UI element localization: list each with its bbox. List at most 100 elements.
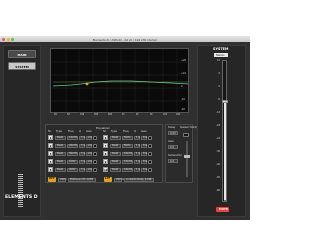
- band-freq-field[interactable]: 100Hz: [67, 135, 78, 140]
- meter-scale-label: -40: [216, 163, 220, 166]
- subwoofer-field[interactable]: 0.0: [168, 159, 178, 163]
- band-freq-field[interactable]: 500Hz: [67, 151, 78, 156]
- band-gain-value: 0.0: [88, 160, 93, 164]
- band-gain-field[interactable]: 0.0: [141, 135, 147, 140]
- band-gain-field[interactable]: 0.0: [86, 159, 93, 164]
- band-freq-field[interactable]: 10kHz: [122, 151, 133, 156]
- band-freq-field[interactable]: 5kHz: [122, 135, 133, 140]
- band-number[interactable]: 4: [48, 159, 53, 164]
- band-bypass-button[interactable]: [148, 167, 152, 172]
- polarity-toggle[interactable]: [183, 133, 189, 137]
- band-type-select[interactable]: Peak: [110, 135, 121, 140]
- band-gain-field[interactable]: 0.0: [86, 151, 92, 156]
- band-q-field[interactable]: 1.0: [79, 143, 85, 148]
- main-button[interactable]: MAIN: [8, 50, 36, 58]
- lpf-button[interactable]: LPF: [104, 177, 112, 182]
- band-bypass-button[interactable]: [148, 151, 152, 156]
- band-type-select[interactable]: Peak: [110, 167, 121, 172]
- band-number[interactable]: 8: [103, 151, 108, 156]
- band-bypass-button[interactable]: [148, 135, 152, 140]
- header-q: Q: [79, 130, 82, 133]
- lpf-freq-field[interactable]: 20kHz: [114, 177, 124, 182]
- hpf-type-select[interactable]: Butterworth 12dB: [68, 177, 96, 182]
- band-q-field[interactable]: 1.0: [134, 143, 140, 148]
- band-freq-field[interactable]: 200Hz: [67, 143, 78, 148]
- gain-slider-track[interactable]: [184, 141, 190, 177]
- lpf-type-select[interactable]: Linkwitz-Riley 24dB: [124, 177, 154, 182]
- band-freq-field[interactable]: 1kHz: [67, 159, 78, 164]
- close-window-button[interactable]: [2, 37, 5, 41]
- band-gain-field[interactable]: 0.0: [86, 135, 92, 140]
- band-number[interactable]: 5: [48, 167, 53, 172]
- band-gain-field[interactable]: 0.0: [141, 151, 147, 156]
- band-gain-field[interactable]: 0.0: [141, 143, 147, 148]
- band-q-field[interactable]: 1.0: [134, 151, 140, 156]
- band-type-select[interactable]: Peak: [110, 151, 121, 156]
- eq-band-row: 1 Peak 100Hz 1.0 0.0: [48, 135, 100, 141]
- volume-fader-track[interactable]: [221, 100, 228, 200]
- band-marker[interactable]: [85, 82, 89, 86]
- zoom-window-button[interactable]: [11, 37, 14, 41]
- band-type-select[interactable]: Peak: [55, 135, 66, 140]
- band-number[interactable]: 2: [48, 143, 53, 148]
- band-freq-value: 8kHz: [124, 144, 131, 148]
- meter-scale: 12 6 0 -6 -12 -18 -24 -30 -40 -50 -60: [212, 59, 220, 200]
- band-freq-field[interactable]: 12kHz: [122, 159, 133, 164]
- band-freq-field[interactable]: 16kHz: [122, 167, 133, 172]
- band-type-select[interactable]: Peak: [110, 143, 121, 148]
- band-bypass-button[interactable]: [93, 143, 97, 148]
- x-label-3: 100: [80, 113, 85, 116]
- band-q-field[interactable]: 1.0: [79, 167, 85, 172]
- band-freq-value: 12kHz: [124, 160, 133, 164]
- band-q-field[interactable]: 1.0: [79, 135, 85, 140]
- hpf-freq-field[interactable]: 20Hz: [58, 177, 67, 182]
- band-gain-field[interactable]: 0.0: [86, 167, 92, 172]
- band-q-field[interactable]: 1.0: [79, 159, 85, 164]
- delay-field[interactable]: 0.00: [168, 131, 178, 135]
- band-bypass-button[interactable]: [148, 143, 152, 148]
- band-type-select[interactable]: Peak: [55, 159, 66, 164]
- volume-fader-thumb[interactable]: [221, 100, 228, 103]
- band-type-select[interactable]: Peak: [55, 167, 66, 172]
- frequency-response-graph[interactable]: +20 +10 0 -10 -20: [50, 48, 190, 114]
- band-number[interactable]: 7: [103, 143, 108, 148]
- band-freq-value: 200Hz: [69, 144, 78, 148]
- band-number[interactable]: 3: [48, 151, 53, 156]
- band-type-value: Peak: [112, 152, 119, 156]
- stereo-selector[interactable]: Stereo: [214, 53, 228, 57]
- mute-button[interactable]: MUTE: [216, 207, 229, 212]
- hpf-button[interactable]: HPF: [48, 177, 56, 182]
- band-number-label: 1: [49, 137, 52, 140]
- band-number[interactable]: 9: [103, 159, 108, 164]
- band-gain-field[interactable]: 0.0: [86, 143, 92, 148]
- system-button[interactable]: SYSTEM: [8, 62, 36, 70]
- band-q-field[interactable]: 1.0: [134, 167, 140, 172]
- band-bypass-button[interactable]: [148, 159, 152, 164]
- band-bypass-button[interactable]: [93, 159, 97, 164]
- band-type-select[interactable]: Peak: [110, 159, 121, 164]
- band-q-field[interactable]: 1.0: [79, 151, 85, 156]
- band-freq-value: 1kHz: [69, 160, 76, 164]
- band-type-value: Peak: [57, 160, 64, 164]
- gain-field[interactable]: 0.0: [168, 145, 178, 149]
- band-number[interactable]: 6: [103, 135, 108, 140]
- band-bypass-button[interactable]: [93, 167, 97, 172]
- band-q-field[interactable]: 1.0: [134, 159, 140, 164]
- band-number[interactable]: 1: [48, 135, 53, 140]
- band-gain-field[interactable]: 0.0: [141, 159, 147, 164]
- sidebar: MAIN SYSTEM ELEMENTS D: [3, 45, 41, 217]
- band-q-field[interactable]: 1.0: [134, 135, 140, 140]
- band-freq-field[interactable]: 8kHz: [122, 143, 133, 148]
- window-title: Elements D / ASM-IO - 24 ch / 192 kHz (d…: [92, 37, 158, 42]
- band-type-select[interactable]: Peak: [55, 151, 66, 156]
- gain-label: Gain: [168, 140, 174, 143]
- band-bypass-button[interactable]: [93, 135, 97, 140]
- band-bypass-button[interactable]: [93, 151, 97, 156]
- band-gain-field[interactable]: 0.0: [141, 167, 147, 172]
- minimize-window-button[interactable]: [6, 37, 10, 41]
- gain-slider-thumb[interactable]: [184, 155, 190, 158]
- band-freq-field[interactable]: 2kHz: [67, 167, 78, 172]
- title-bar: Elements D / ASM-IO - 24 ch / 192 kHz (d…: [0, 36, 250, 42]
- band-type-select[interactable]: Peak: [55, 143, 66, 148]
- band-number[interactable]: 10: [103, 167, 108, 172]
